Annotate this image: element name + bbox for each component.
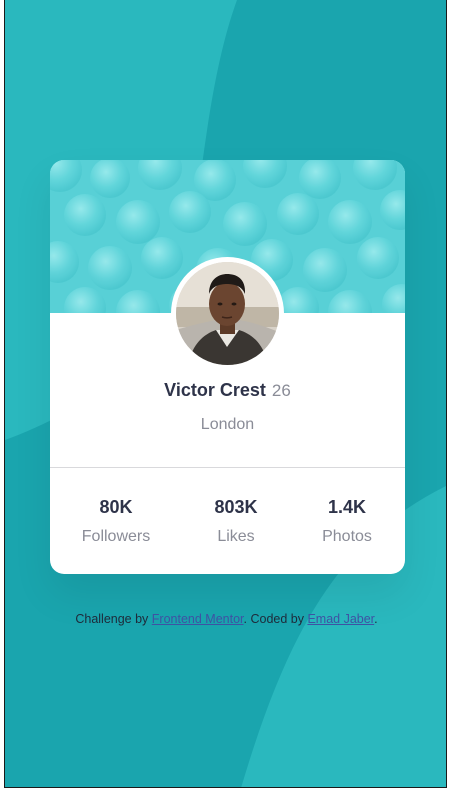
- avatar: [176, 262, 279, 365]
- name-row: Victor Crest 26: [50, 380, 405, 401]
- attribution-middle: . Coded by: [243, 612, 308, 626]
- author-link[interactable]: Emad Jaber: [307, 612, 374, 626]
- attribution-suffix: .: [374, 612, 378, 626]
- stat-value: 1.4K: [327, 497, 367, 517]
- stat-label: Followers: [81, 528, 151, 545]
- stat-label: Likes: [217, 528, 255, 545]
- avatar-ring: [171, 257, 284, 370]
- attribution: Challenge by Frontend Mentor. Coded by E…: [5, 612, 446, 626]
- profile-photo-icon: [176, 262, 279, 365]
- stat-photos: 1.4K Photos: [288, 495, 405, 547]
- stat-value: 80K: [99, 497, 133, 517]
- stat-label: Photos: [322, 528, 372, 545]
- profile-age: 26: [271, 381, 291, 400]
- page-background: Victor Crest 26 London 80K Followers 803K…: [4, 0, 447, 788]
- attribution-prefix: Challenge by: [75, 612, 152, 626]
- frontend-mentor-link[interactable]: Frontend Mentor: [152, 612, 244, 626]
- profile-location: London: [200, 416, 255, 433]
- stat-value: 803K: [214, 497, 258, 517]
- stat-followers: 80K Followers: [57, 495, 175, 547]
- profile-card: Victor Crest 26 London 80K Followers 803K…: [50, 160, 405, 574]
- stat-likes: 803K Likes: [177, 495, 295, 547]
- profile-name: Victor Crest: [164, 380, 266, 400]
- divider: [50, 467, 405, 468]
